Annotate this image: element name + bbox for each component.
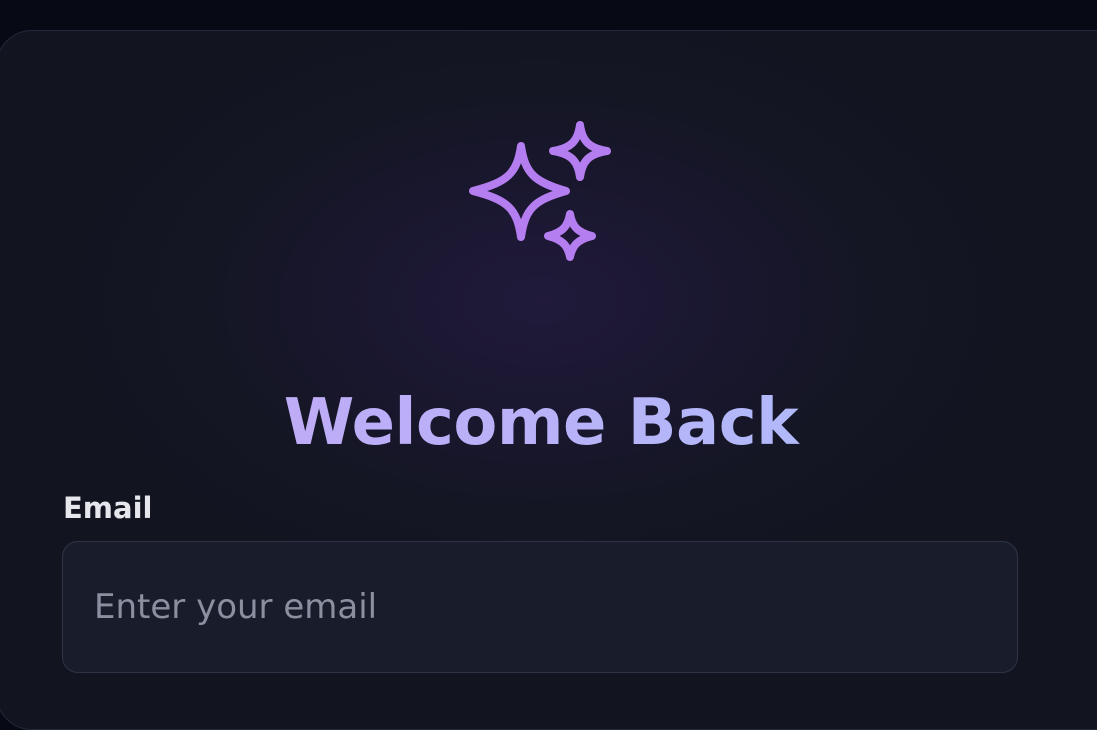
email-field[interactable] xyxy=(62,541,1018,673)
large-sparkle-star xyxy=(469,142,570,241)
page-title: Welcome Back xyxy=(0,381,1082,465)
email-label: Email xyxy=(63,491,153,525)
bottom-sparkle-star xyxy=(544,210,596,261)
sparkles-icon xyxy=(469,121,611,261)
top-sparkle-star xyxy=(549,121,611,181)
